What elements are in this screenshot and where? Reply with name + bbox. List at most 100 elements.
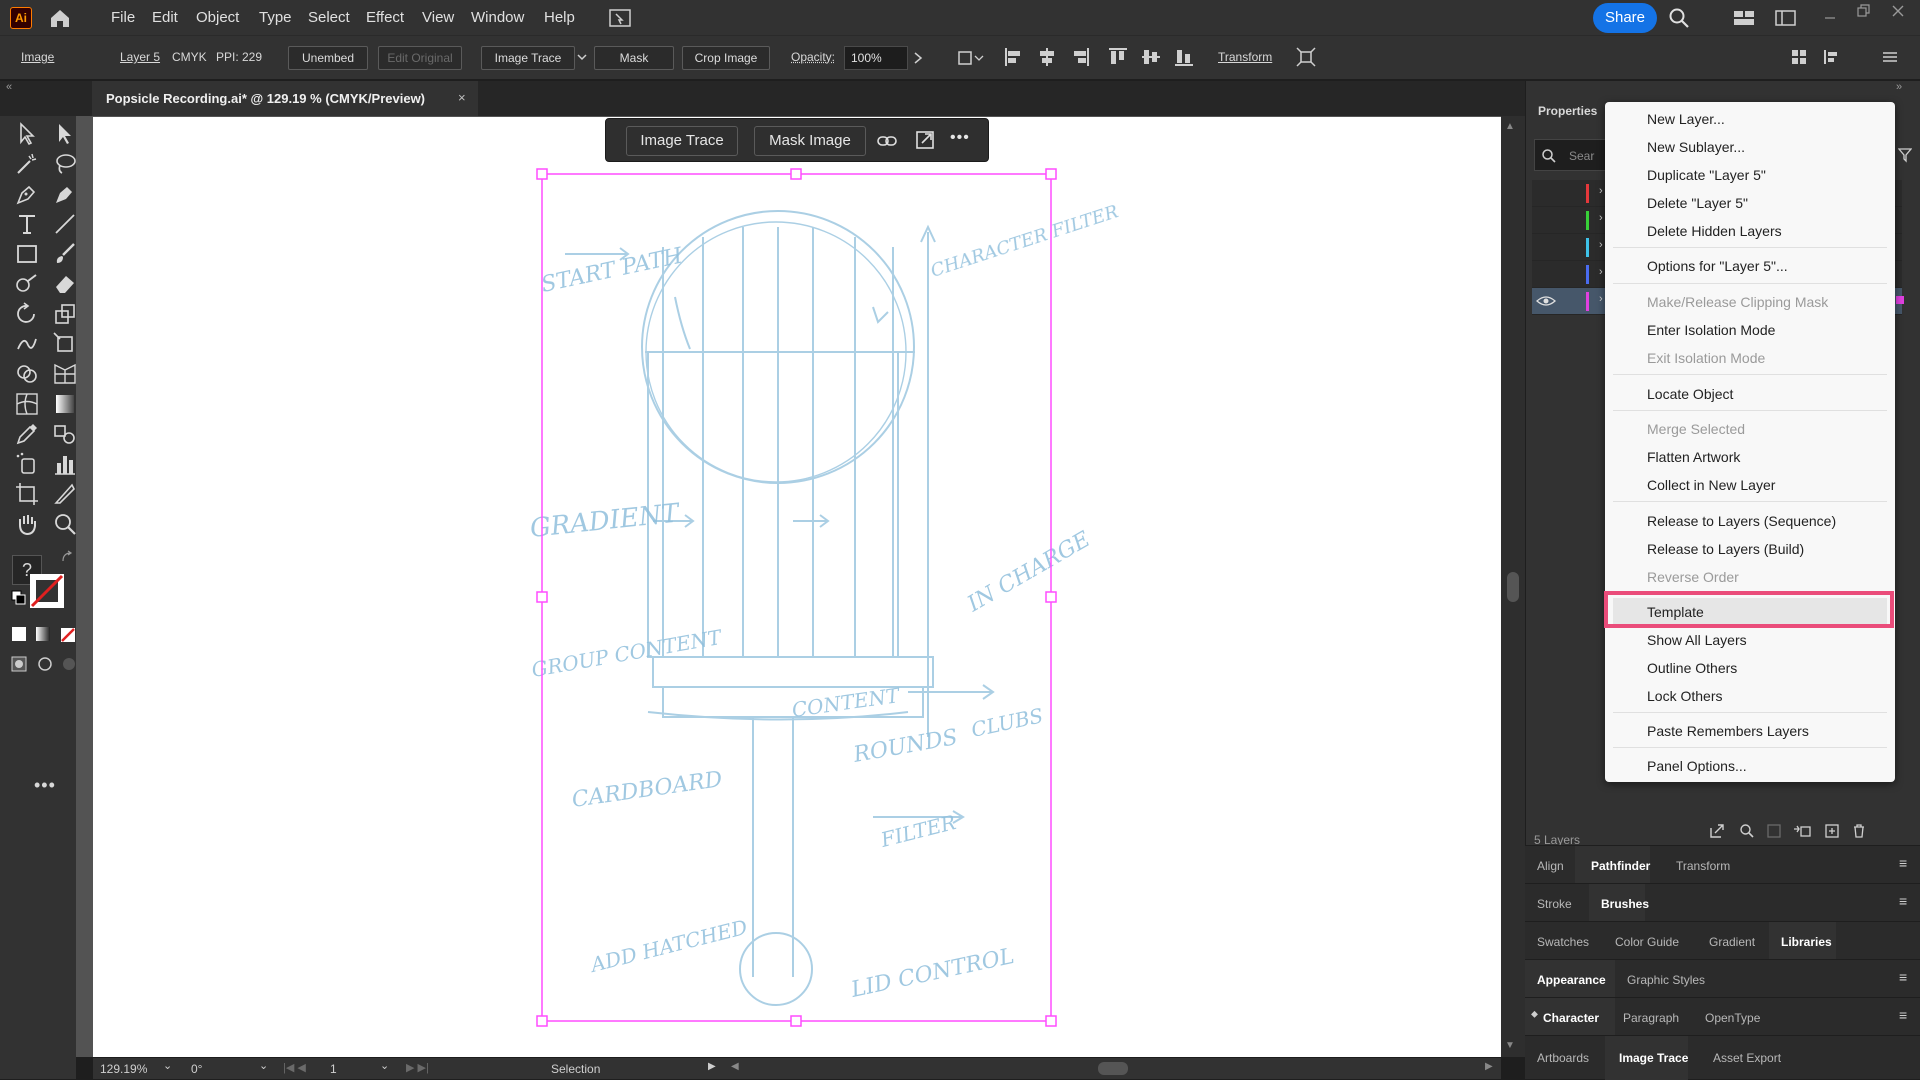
panel-menu-icon[interactable]: ≡ <box>1899 1007 1907 1023</box>
arrange-documents-icon[interactable] <box>608 7 632 29</box>
align-bottom-icon[interactable] <box>1173 46 1195 68</box>
properties-tab[interactable]: Properties <box>1538 104 1597 118</box>
resize-handle[interactable] <box>1045 591 1057 603</box>
scroll-right-icon[interactable]: ▶ <box>1485 1061 1493 1072</box>
layers-search-field[interactable]: Sear <box>1534 139 1614 171</box>
menu-item-panel-options[interactable]: Panel Options... <box>1647 758 1747 774</box>
search-icon[interactable] <box>1668 7 1690 29</box>
last-artboard-icon[interactable]: ▶ ▶| <box>406 1061 429 1074</box>
menu-item-collect-in-new-layer[interactable]: Collect in New Layer <box>1647 477 1775 493</box>
panel-menu-icon[interactable]: ≡ <box>1899 893 1907 909</box>
scroll-thumb[interactable] <box>1507 572 1519 602</box>
ctx-mask-image-button[interactable]: Mask Image <box>754 126 866 156</box>
mask-button[interactable]: Mask <box>594 46 674 70</box>
grid-panel-icon[interactable] <box>1790 48 1808 66</box>
artboard[interactable]: START PATH GRADIENT GROUP CONTENT CONTEN… <box>93 117 1501 1057</box>
scroll-up-icon[interactable]: ▲ <box>1505 121 1515 132</box>
mesh-tool-icon[interactable] <box>14 391 40 417</box>
hand-tool-icon[interactable] <box>14 511 40 537</box>
resize-handle[interactable] <box>536 168 548 180</box>
menu-item-release-sequence[interactable]: Release to Layers (Sequence) <box>1647 513 1836 529</box>
curvature-tool-icon[interactable] <box>52 181 78 207</box>
tab-asset-export[interactable]: Asset Export <box>1713 1051 1781 1065</box>
menu-edit[interactable]: Edit <box>152 9 178 26</box>
menu-item-enter-isolation-mode[interactable]: Enter Isolation Mode <box>1647 322 1775 338</box>
rotation-value[interactable]: 0° <box>191 1062 202 1076</box>
swap-fill-stroke-icon[interactable] <box>60 550 74 564</box>
expand-icon[interactable]: › <box>1599 185 1603 197</box>
chevron-right-icon[interactable] <box>912 51 924 65</box>
restore-icon[interactable] <box>1855 3 1871 19</box>
lasso-tool-icon[interactable] <box>52 151 78 177</box>
delete-layer-icon[interactable] <box>1851 823 1867 839</box>
tab-paragraph[interactable]: Paragraph <box>1623 1011 1679 1025</box>
locate-object-icon[interactable] <box>1739 823 1755 839</box>
menu-item-locate-object[interactable]: Locate Object <box>1647 386 1733 402</box>
resize-handle[interactable] <box>536 1015 548 1027</box>
default-colors-icon[interactable] <box>10 589 26 605</box>
menu-item-flatten-artwork[interactable]: Flatten Artwork <box>1647 449 1740 465</box>
menu-file[interactable]: File <box>111 9 135 26</box>
align-middle-icon[interactable] <box>1140 46 1162 68</box>
unembed-button[interactable]: Unembed <box>288 46 368 70</box>
draw-behind-icon[interactable] <box>36 655 54 673</box>
free-transform-tool-icon[interactable] <box>52 331 78 357</box>
crop-link-icon[interactable] <box>914 129 936 151</box>
artboard-number[interactable]: 1 <box>330 1062 337 1076</box>
resize-handle[interactable] <box>1045 168 1057 180</box>
scroll-left-icon[interactable]: ◀ <box>731 1061 739 1072</box>
tab-artboards[interactable]: Artboards <box>1537 1051 1589 1065</box>
resize-handle[interactable] <box>790 1015 802 1027</box>
status-menu-icon[interactable]: ▶ <box>708 1061 716 1072</box>
rotation-dropdown-icon[interactable]: ⌄ <box>259 1059 268 1072</box>
selected-art-indicator[interactable] <box>1896 296 1904 304</box>
menu-item-duplicate-layer[interactable]: Duplicate "Layer 5" <box>1647 167 1766 183</box>
sketch-image[interactable]: START PATH GRADIENT GROUP CONTENT CONTEN… <box>93 117 1501 1057</box>
tab-transform[interactable]: Transform <box>1676 859 1730 873</box>
menu-effect[interactable]: Effect <box>366 9 404 26</box>
tab-swatches[interactable]: Swatches <box>1537 935 1589 949</box>
more-options-icon[interactable]: ••• <box>950 129 970 147</box>
menu-item-delete-layer[interactable]: Delete "Layer 5" <box>1647 195 1748 211</box>
expand-icon[interactable]: › <box>1599 293 1603 305</box>
menu-type[interactable]: Type <box>259 9 292 26</box>
close-tab-icon[interactable]: × <box>458 90 466 105</box>
resize-handle[interactable] <box>536 591 548 603</box>
draw-normal-icon[interactable] <box>10 655 28 673</box>
shaper-tool-icon[interactable] <box>14 271 40 297</box>
zoom-dropdown-icon[interactable]: ⌄ <box>163 1059 172 1072</box>
tab-gradient[interactable]: Gradient <box>1709 935 1755 949</box>
visibility-eye-icon[interactable] <box>1536 294 1556 308</box>
vertical-scrollbar[interactable]: ▲ ▼ <box>1501 116 1525 1057</box>
expand-icon[interactable]: › <box>1599 266 1603 278</box>
zoom-level[interactable]: 129.19% <box>100 1062 147 1076</box>
none-mode-icon[interactable] <box>60 627 76 643</box>
gradient-tool-icon[interactable] <box>52 391 78 417</box>
align-top-icon[interactable] <box>1107 46 1129 68</box>
tab-graphic-styles[interactable]: Graphic Styles <box>1627 973 1705 987</box>
artboard-tool-icon[interactable] <box>14 481 40 507</box>
gradient-mode-icon[interactable] <box>36 627 50 641</box>
image-trace-button[interactable]: Image Trace <box>481 46 575 70</box>
menu-item-new-layer[interactable]: New Layer... <box>1647 111 1725 127</box>
menu-object[interactable]: Object <box>196 9 239 26</box>
selection-tool-icon[interactable] <box>14 121 40 147</box>
transform-link[interactable]: Transform <box>1218 50 1272 64</box>
tab-align[interactable]: Align <box>1537 859 1564 873</box>
link-icon[interactable] <box>876 131 898 151</box>
menu-item-new-sublayer[interactable]: New Sublayer... <box>1647 139 1745 155</box>
tab-brushes[interactable]: Brushes <box>1601 897 1649 911</box>
blend-tool-icon[interactable] <box>52 421 78 447</box>
isolate-icon[interactable] <box>1295 46 1317 68</box>
rectangle-tool-icon[interactable] <box>14 241 40 267</box>
menu-select[interactable]: Select <box>308 9 350 26</box>
horizontal-scroll-thumb[interactable] <box>1098 1062 1128 1075</box>
panel-menu-icon[interactable] <box>1880 48 1900 66</box>
shape-builder-tool-icon[interactable] <box>14 361 40 387</box>
direct-selection-tool-icon[interactable] <box>52 121 78 147</box>
menu-item-release-build[interactable]: Release to Layers (Build) <box>1647 541 1804 557</box>
layer-link[interactable]: Layer 5 <box>120 50 160 64</box>
menu-item-layer-options[interactable]: Options for "Layer 5"... <box>1647 258 1788 274</box>
column-graph-tool-icon[interactable] <box>52 451 78 477</box>
panel-layout-icon[interactable] <box>1775 9 1797 27</box>
